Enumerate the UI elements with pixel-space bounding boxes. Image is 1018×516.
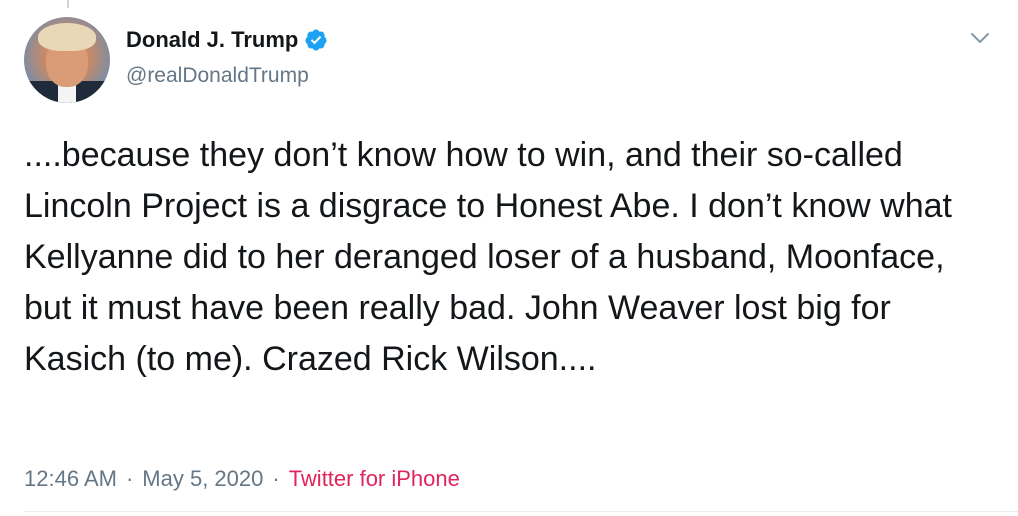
verified-badge-icon: [305, 29, 327, 51]
tweet-meta: 12:46 AM · May 5, 2020 · Twitter for iPh…: [24, 466, 460, 492]
tweet-date[interactable]: May 5, 2020: [142, 466, 263, 492]
tweet-text: ....because they don’t know how to win, …: [24, 136, 952, 378]
thread-connector-line: [67, 0, 69, 8]
author-display-name[interactable]: Donald J. Trump: [126, 27, 298, 53]
divider: [24, 511, 1018, 512]
chevron-down-icon[interactable]: [968, 29, 992, 47]
meta-separator: ·: [125, 466, 134, 491]
meta-separator: ·: [272, 466, 280, 491]
avatar[interactable]: [24, 17, 110, 103]
author-name-row: Donald J. Trump: [126, 27, 328, 53]
author-handle[interactable]: @realDonaldTrump: [126, 64, 309, 88]
tweet-time[interactable]: 12:46 AM: [24, 466, 117, 492]
tweet-source-link[interactable]: Twitter for iPhone: [289, 466, 460, 492]
